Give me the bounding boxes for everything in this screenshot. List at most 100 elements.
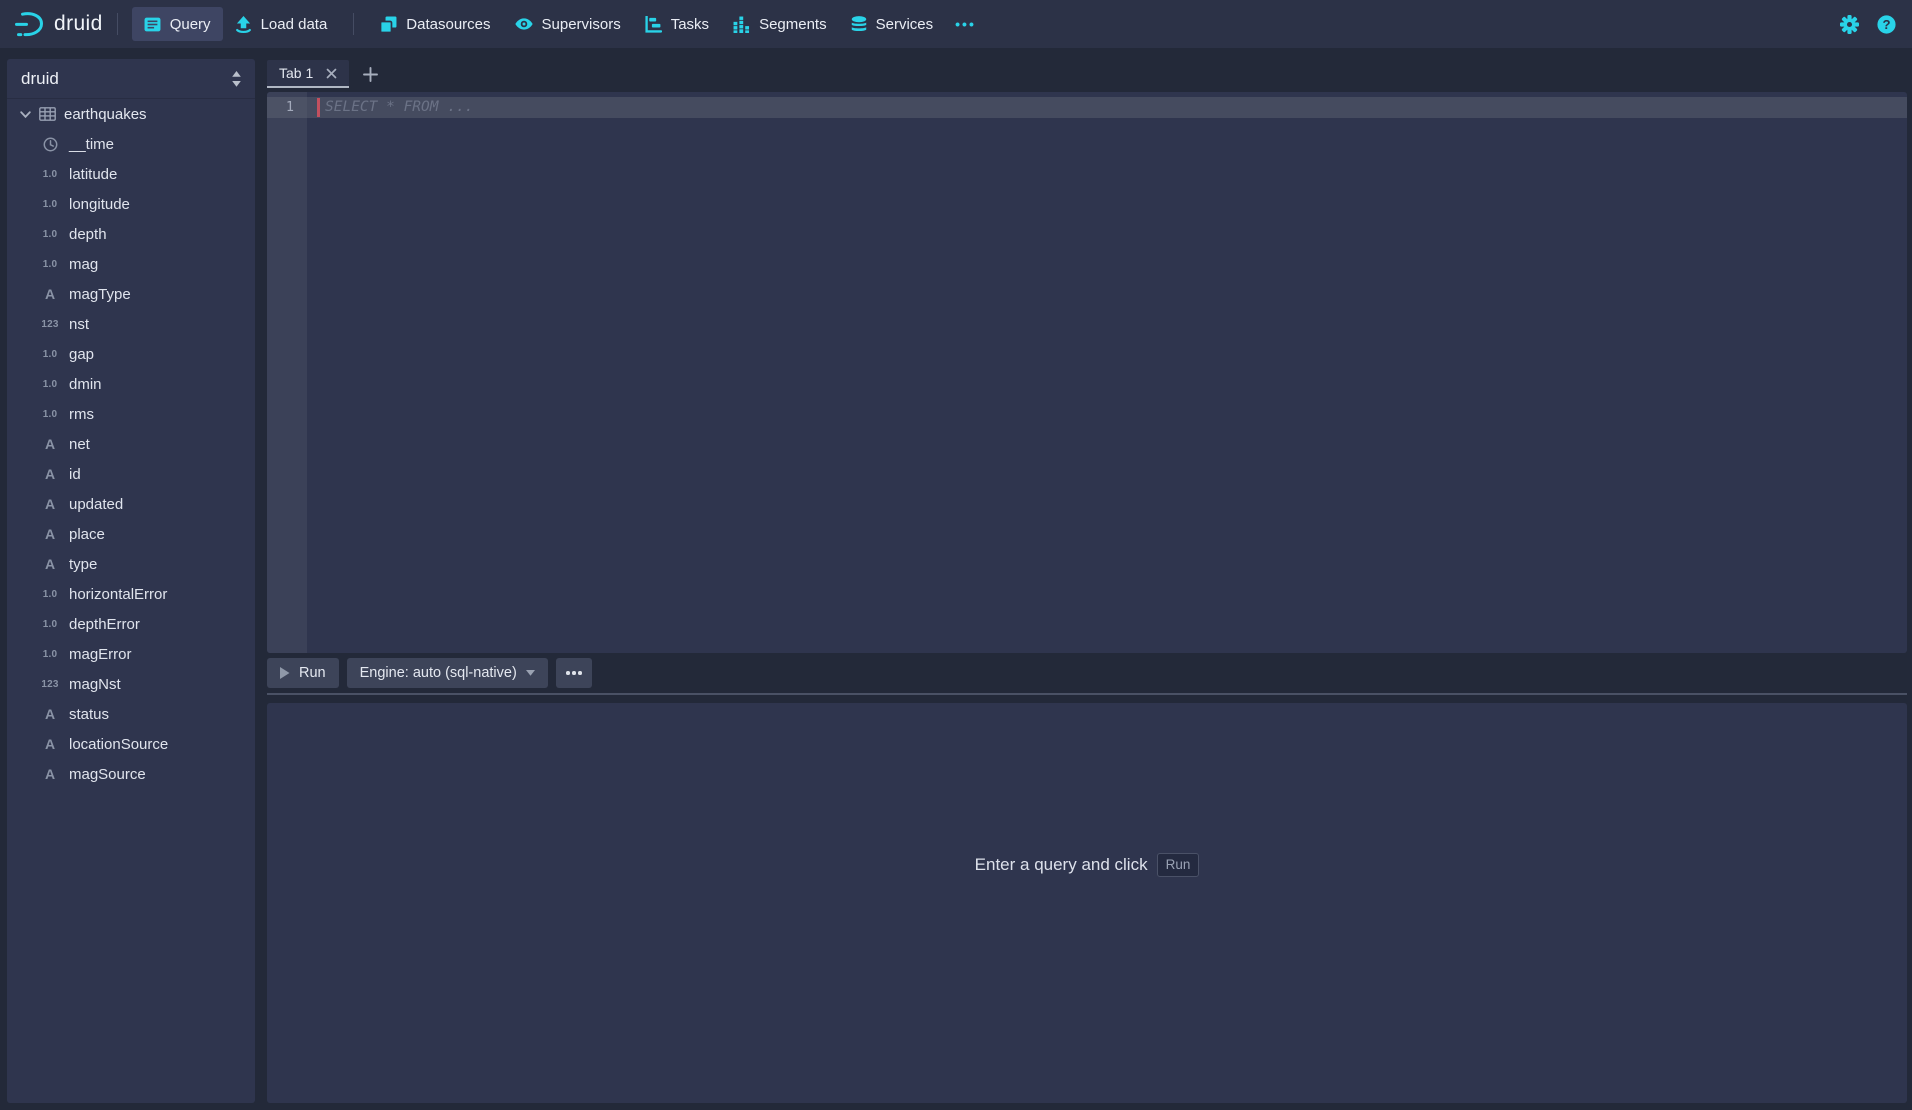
column-name: depth — [69, 226, 107, 243]
column-row[interactable]: 1.0 magError — [7, 639, 255, 669]
column-row[interactable]: A id — [7, 459, 255, 489]
column-type-icon: 1.0 — [43, 589, 58, 600]
query-output-panel: Enter a query and click Run — [267, 703, 1907, 1103]
druid-logo[interactable]: druid — [14, 11, 103, 38]
column-name: __time — [69, 136, 114, 153]
column-type-icon: 1.0 — [43, 259, 58, 270]
column-name: magError — [69, 646, 132, 663]
column-list: __time 1.0 latitude 1.0 longitude — [7, 129, 255, 789]
console-icon — [144, 16, 161, 33]
panel-resize-handle[interactable] — [267, 693, 1907, 695]
stacked-chart-icon — [733, 16, 750, 33]
nav-item-query[interactable]: Query — [132, 7, 223, 41]
line-number: 1 — [267, 97, 294, 118]
nav-item-label: Segments — [759, 16, 827, 33]
caret-down-icon — [526, 670, 535, 676]
column-name: rms — [69, 406, 94, 423]
column-type-icon: A — [45, 706, 55, 722]
column-row[interactable]: A locationSource — [7, 729, 255, 759]
nav-item-services[interactable]: Services — [839, 7, 946, 41]
play-icon — [280, 667, 290, 679]
column-row[interactable]: 1.0 dmin — [7, 369, 255, 399]
navbar-more-menu[interactable]: ••• — [945, 16, 986, 32]
editor-gutter — [267, 92, 307, 653]
column-name: gap — [69, 346, 94, 363]
nav-item-label: Query — [170, 16, 211, 33]
column-row[interactable]: 1.0 rms — [7, 399, 255, 429]
column-row[interactable]: 1.0 horizontalError — [7, 579, 255, 609]
column-row[interactable]: 123 magNst — [7, 669, 255, 699]
gear-icon[interactable] — [1840, 15, 1859, 34]
query-editor[interactable]: 1 SELECT * FROM ... — [267, 92, 1907, 653]
column-row[interactable]: A status — [7, 699, 255, 729]
nav-item-label: Supervisors — [542, 16, 621, 33]
column-name: magNst — [69, 676, 121, 693]
nav-item-tasks[interactable]: Tasks — [633, 7, 721, 41]
run-button-label: Run — [299, 665, 326, 681]
column-type-icon: A — [45, 556, 55, 572]
query-tab-bar: Tab 1 — [267, 60, 378, 88]
column-row[interactable]: A type — [7, 549, 255, 579]
column-type-icon: A — [45, 736, 55, 752]
column-type-icon: 123 — [41, 679, 58, 690]
column-row[interactable]: A magType — [7, 279, 255, 309]
nav-item-load-data[interactable]: Load data — [223, 7, 340, 41]
svg-text:?: ? — [1882, 17, 1890, 32]
datasource-row-earthquakes[interactable]: earthquakes — [7, 99, 255, 129]
plus-icon[interactable] — [363, 67, 378, 82]
schema-title: druid — [21, 69, 59, 89]
engine-select-button[interactable]: Engine: auto (sql-native) — [347, 658, 548, 688]
column-type-icon: 1.0 — [43, 229, 58, 240]
column-row[interactable]: A updated — [7, 489, 255, 519]
column-row[interactable]: A place — [7, 519, 255, 549]
column-name: longitude — [69, 196, 130, 213]
column-name: nst — [69, 316, 89, 333]
help-circle-icon[interactable]: ? — [1877, 15, 1896, 34]
column-row[interactable]: 1.0 depth — [7, 219, 255, 249]
editor-active-line — [267, 97, 1907, 118]
column-row[interactable]: A magSource — [7, 759, 255, 789]
ellipsis-icon — [566, 671, 570, 675]
editor-caret — [317, 98, 320, 117]
column-name: id — [69, 466, 81, 483]
run-button[interactable]: Run — [267, 658, 339, 688]
run-key-badge: Run — [1157, 853, 1200, 877]
datasource-name: earthquakes — [64, 106, 147, 123]
column-type-icon: 1.0 — [43, 649, 58, 660]
nav-item-label: Datasources — [406, 16, 490, 33]
column-row[interactable]: 1.0 latitude — [7, 159, 255, 189]
column-name: magType — [69, 286, 131, 303]
column-row[interactable]: 1.0 longitude — [7, 189, 255, 219]
close-icon[interactable] — [326, 68, 337, 79]
duplicate-icon — [380, 16, 397, 33]
more-actions-button[interactable] — [556, 658, 592, 688]
nav-item-supervisors[interactable]: Supervisors — [503, 7, 633, 41]
column-name: status — [69, 706, 109, 723]
column-row[interactable]: 1.0 gap — [7, 339, 255, 369]
column-type-icon: 1.0 — [43, 619, 58, 630]
column-row[interactable]: A net — [7, 429, 255, 459]
column-type-icon: A — [45, 766, 55, 782]
nav-item-segments[interactable]: Segments — [721, 7, 839, 41]
table-icon — [39, 107, 56, 121]
column-row[interactable]: __time — [7, 129, 255, 159]
nav-item-label: Load data — [261, 16, 328, 33]
column-row[interactable]: 1.0 mag — [7, 249, 255, 279]
column-name: mag — [69, 256, 98, 273]
column-type-icon: A — [45, 526, 55, 542]
database-icon — [851, 16, 867, 33]
column-row[interactable]: 123 nst — [7, 309, 255, 339]
engine-label: Engine: auto (sql-native) — [360, 665, 517, 681]
column-row[interactable]: 1.0 depthError — [7, 609, 255, 639]
nav-item-datasources[interactable]: Datasources — [368, 7, 502, 41]
column-type-icon: 123 — [41, 319, 58, 330]
tab-label: Tab 1 — [279, 65, 313, 81]
empty-state-message: Enter a query and click Run — [975, 853, 1200, 877]
navbar-divider — [117, 13, 118, 35]
double-caret-vertical-icon[interactable] — [231, 71, 242, 87]
column-type-icon: A — [45, 286, 55, 302]
brand-wordmark: druid — [54, 12, 103, 36]
tab-tab1[interactable]: Tab 1 — [267, 60, 349, 88]
sidebar-header: druid — [7, 59, 255, 99]
schema-sidebar: druid eart — [7, 59, 255, 1103]
